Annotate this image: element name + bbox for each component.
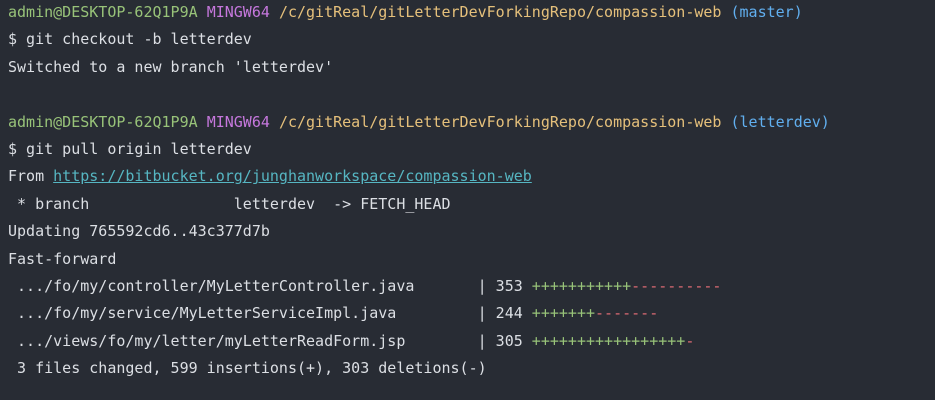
output-line: Fast-forward (8, 249, 117, 268)
prompt-line: admin@DESKTOP-62Q1P9A MINGW64 /c/gitReal… (8, 109, 935, 136)
diffstat-insertions: +++++++ (531, 304, 596, 323)
diffstat-deletions: - (685, 331, 695, 350)
command-line: $ git pull origin letterdev (8, 139, 252, 158)
prompt-line: admin@DESKTOP-62Q1P9A MINGW64 /c/gitReal… (8, 0, 935, 26)
prompt-branch: (master) (730, 3, 803, 21)
prompt-branch: (letterdev) (730, 112, 830, 131)
output-line: Switched to a new branch 'letterdev' (8, 57, 334, 76)
prompt-user-host: admin@DESKTOP-62Q1P9A (8, 112, 198, 131)
output-from-line: From https://bitbucket.org/junghanworksp… (8, 163, 935, 190)
diffstat-file: .../fo/my/controller/MyLetterController.… (8, 276, 532, 295)
remote-url-link[interactable]: https://bitbucket.org/junghanworkspace/c… (53, 167, 532, 185)
summary-line: 3 files changed, 599 insertions(+), 303 … (8, 359, 487, 378)
diffstat-deletions: ---------- (631, 276, 722, 295)
prompt-user-host: admin@DESKTOP-62Q1P9A (8, 3, 198, 21)
prompt-path: /c/gitReal/gitLetterDevForkingRepo/compa… (278, 112, 722, 131)
command-line: $ git checkout -b letterdev (8, 30, 252, 49)
output-line: * branch letterdev -> FETCH_HEAD (8, 194, 451, 213)
prompt-env: MINGW64 (206, 112, 270, 131)
prompt-env: MINGW64 (206, 3, 270, 21)
diffstat-insertions: +++++++++++++++++ (531, 331, 686, 350)
diffstat-row: .../fo/my/controller/MyLetterController.… (8, 273, 935, 300)
diffstat-row: .../views/fo/my/letter/myLetterReadForm.… (8, 328, 935, 355)
diffstat-file: .../views/fo/my/letter/myLetterReadForm.… (8, 331, 532, 350)
diffstat-insertions: +++++++++++ (531, 276, 632, 295)
terminal-window[interactable]: admin@DESKTOP-62Q1P9A MINGW64 /c/gitReal… (0, 0, 935, 399)
output-line: Updating 765592cd6..43c377d7b (8, 222, 270, 241)
diffstat-deletions: ------- (595, 304, 659, 323)
diffstat-file: .../fo/my/service/MyLetterServiceImpl.ja… (8, 304, 532, 323)
prompt-path: /c/gitReal/gitLetterDevForkingRepo/compa… (278, 3, 722, 21)
from-label: From (8, 167, 54, 186)
diffstat-row: .../fo/my/service/MyLetterServiceImpl.ja… (8, 300, 935, 327)
